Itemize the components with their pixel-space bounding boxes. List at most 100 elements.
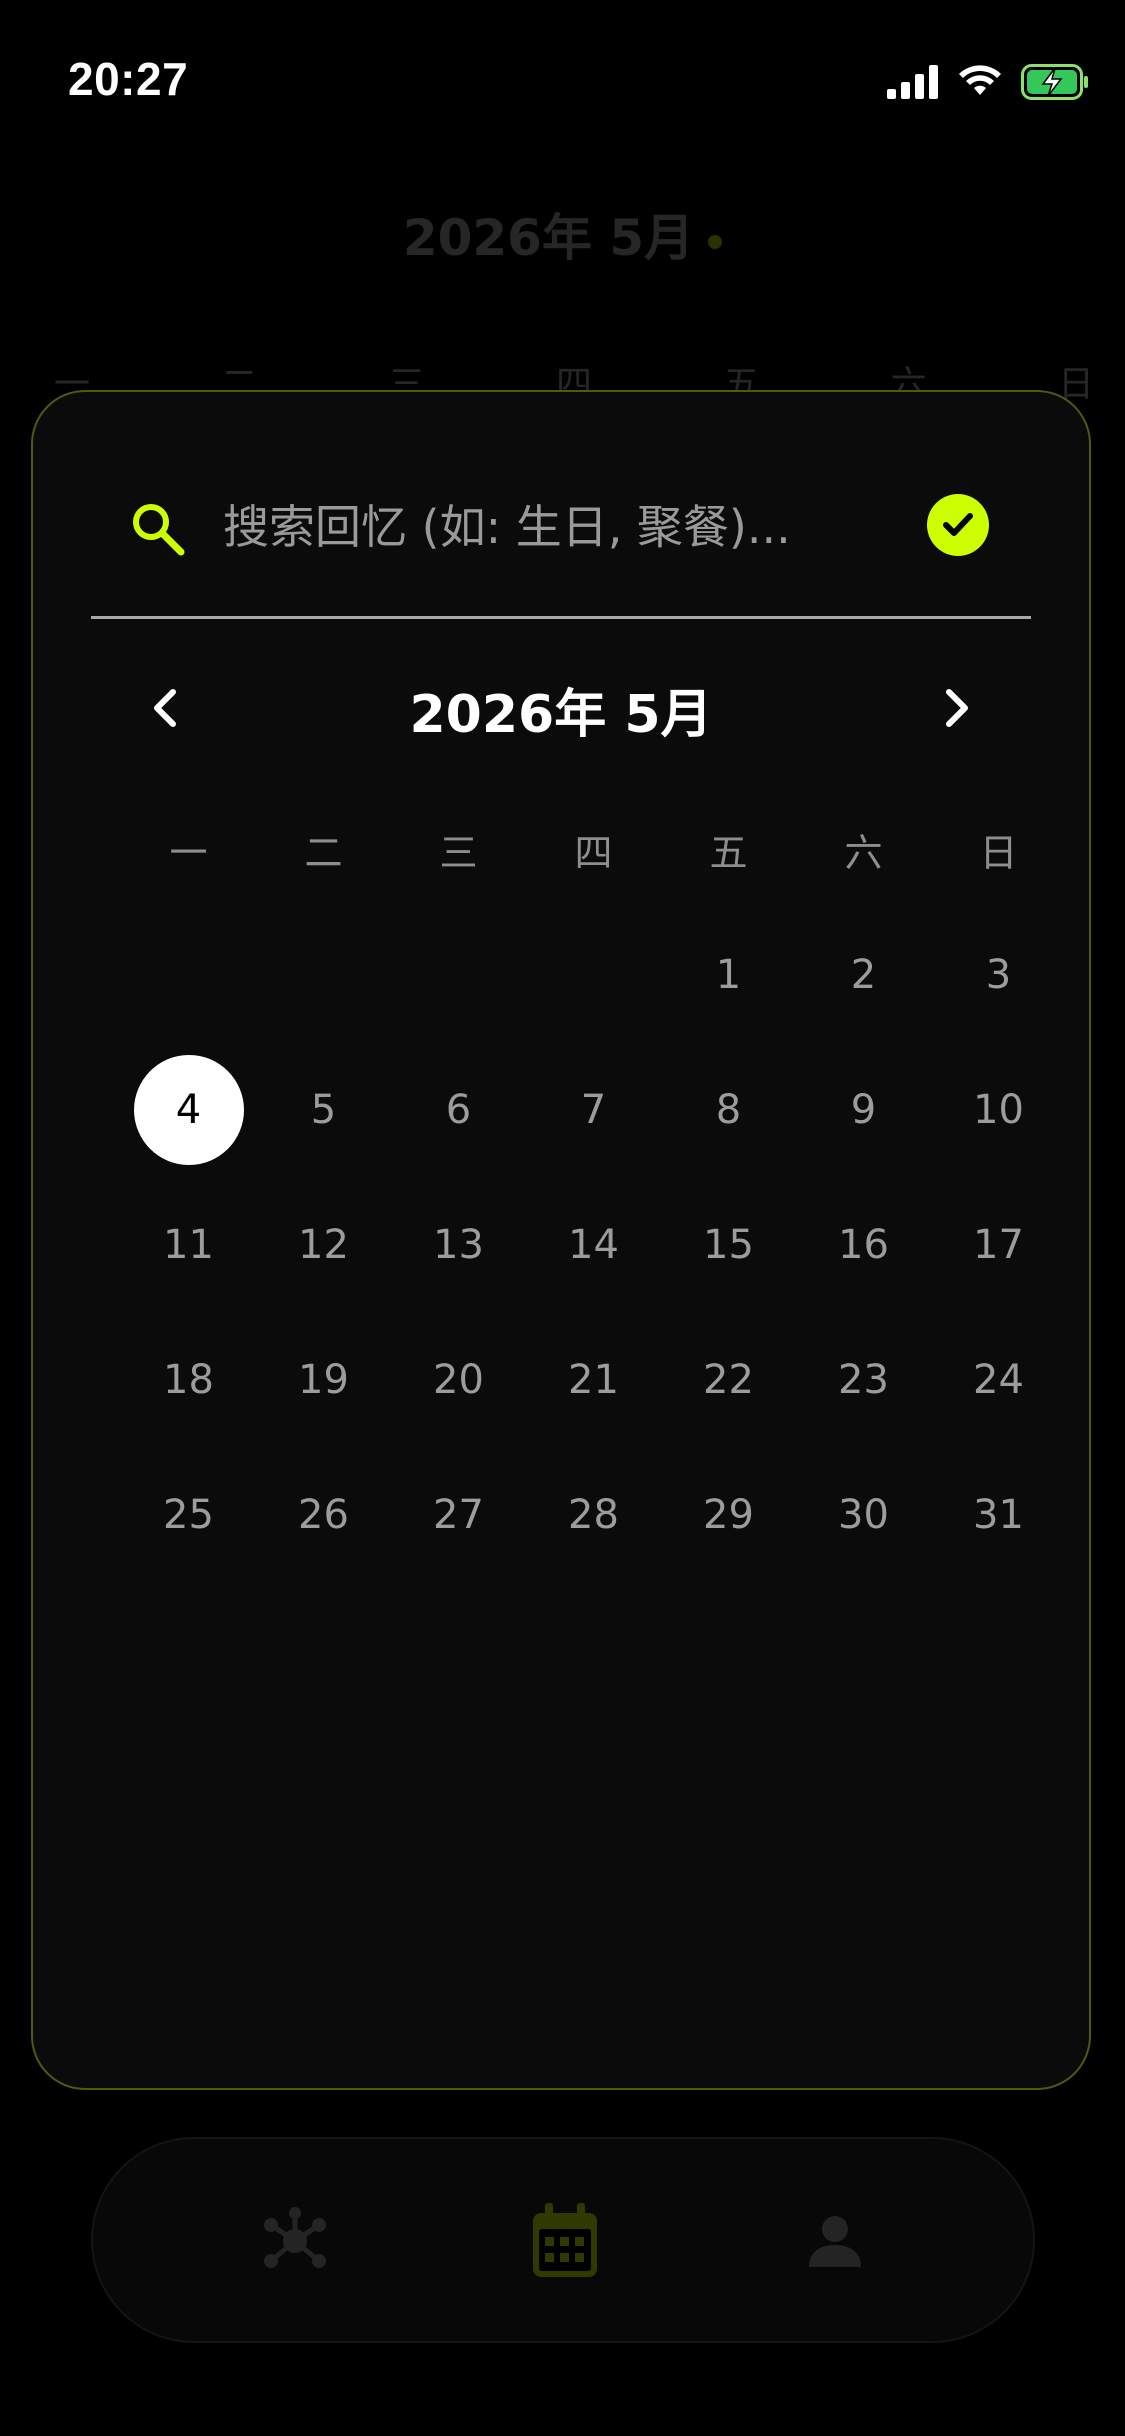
day-label: 13 bbox=[433, 1221, 484, 1268]
day-label: 18 bbox=[163, 1356, 214, 1403]
day-label: 15 bbox=[703, 1221, 754, 1268]
calendar-day[interactable]: 7 bbox=[526, 1042, 661, 1177]
status-time: 20:27 bbox=[68, 53, 189, 105]
day-label: 19 bbox=[298, 1356, 349, 1403]
day-label: 11 bbox=[163, 1221, 214, 1268]
day-label: 27 bbox=[433, 1491, 484, 1538]
day-label: 2 bbox=[850, 951, 877, 998]
signal-icon bbox=[887, 65, 938, 99]
background-today-dot bbox=[708, 234, 723, 249]
calendar-day-grid: 1 2 3 4 5 6 7 8 9 10 11 12 13 14 15 16 17 18 19 20 21 22 23 24 2… bbox=[121, 907, 1066, 1582]
calendar-day[interactable]: 13 bbox=[391, 1177, 526, 1312]
weekday-label: 六 bbox=[844, 831, 883, 875]
weekday-label: 二 bbox=[304, 831, 343, 875]
calendar-day[interactable]: 22 bbox=[661, 1312, 796, 1447]
calendar-day[interactable]: 19 bbox=[256, 1312, 391, 1447]
screen: 20:27 2026年 5月 一 二 三 四 五 六 日 搜索回忆 (如: 生日… bbox=[0, 0, 1125, 2436]
day-label: 14 bbox=[568, 1221, 619, 1268]
person-icon bbox=[809, 2216, 861, 2267]
calendar-day[interactable]: 5 bbox=[256, 1042, 391, 1177]
search-divider bbox=[91, 616, 1031, 619]
search-bar bbox=[93, 482, 1029, 572]
calendar-day[interactable]: 24 bbox=[931, 1312, 1066, 1447]
calendar-day[interactable]: 1 bbox=[661, 907, 796, 1042]
calendar-blank-cell bbox=[526, 907, 661, 1042]
month-navigation: 2026年 5月 bbox=[91, 662, 1031, 752]
weekday-label: 五 bbox=[709, 831, 748, 875]
calendar-day[interactable]: 29 bbox=[661, 1447, 796, 1582]
wifi-icon bbox=[959, 65, 1001, 95]
day-label: 7 bbox=[580, 1086, 607, 1133]
calendar-day[interactable]: 27 bbox=[391, 1447, 526, 1582]
confirm-button[interactable] bbox=[927, 494, 989, 556]
tab-graph[interactable] bbox=[255, 2201, 335, 2281]
day-label: 8 bbox=[715, 1086, 742, 1133]
battery-charging-icon bbox=[1021, 64, 1088, 100]
selected-day-label: 4 bbox=[133, 1054, 244, 1165]
day-label: 29 bbox=[703, 1491, 754, 1538]
chevron-right-icon bbox=[946, 689, 968, 727]
weekday-label: 四 bbox=[574, 831, 613, 875]
day-label: 10 bbox=[973, 1086, 1024, 1133]
calendar-icon bbox=[533, 2203, 597, 2277]
day-label: 30 bbox=[838, 1491, 889, 1538]
calendar-day[interactable]: 2 bbox=[796, 907, 931, 1042]
calendar-day[interactable]: 16 bbox=[796, 1177, 931, 1312]
bottom-tab-bar bbox=[91, 2137, 1035, 2343]
day-label: 20 bbox=[433, 1356, 484, 1403]
day-label: 17 bbox=[973, 1221, 1024, 1268]
day-label: 26 bbox=[298, 1491, 349, 1538]
calendar-day[interactable]: 14 bbox=[526, 1177, 661, 1312]
check-icon bbox=[943, 513, 973, 536]
calendar-blank-cell bbox=[121, 907, 256, 1042]
day-label: 6 bbox=[445, 1086, 472, 1133]
calendar-day[interactable]: 31 bbox=[931, 1447, 1066, 1582]
month-title: 2026年 5月 bbox=[409, 685, 713, 745]
day-label: 25 bbox=[163, 1491, 214, 1538]
calendar-day[interactable]: 20 bbox=[391, 1312, 526, 1447]
weekday-label: 三 bbox=[439, 831, 478, 875]
calendar-day[interactable]: 6 bbox=[391, 1042, 526, 1177]
day-label: 3 bbox=[985, 951, 1012, 998]
calendar-day[interactable]: 26 bbox=[256, 1447, 391, 1582]
graph-nodes-icon bbox=[264, 2207, 326, 2268]
calendar-day-selected[interactable]: 4 bbox=[121, 1042, 256, 1177]
calendar-day[interactable]: 9 bbox=[796, 1042, 931, 1177]
day-label: 23 bbox=[838, 1356, 889, 1403]
search-icon bbox=[129, 500, 187, 558]
day-label: 24 bbox=[973, 1356, 1024, 1403]
calendar-day[interactable]: 11 bbox=[121, 1177, 256, 1312]
day-label: 22 bbox=[703, 1356, 754, 1403]
background-month-text: 2026年 5月 bbox=[402, 209, 695, 267]
weekday-label: 日 bbox=[979, 831, 1018, 875]
calendar-day[interactable]: 17 bbox=[931, 1177, 1066, 1312]
calendar-day[interactable]: 30 bbox=[796, 1447, 931, 1582]
search-input[interactable] bbox=[223, 494, 863, 560]
tab-profile[interactable] bbox=[795, 2201, 875, 2281]
day-label: 9 bbox=[850, 1086, 877, 1133]
calendar-day[interactable]: 8 bbox=[661, 1042, 796, 1177]
weekday-header: 一 二 三 四 五 六 日 bbox=[121, 822, 1066, 877]
calendar-day[interactable]: 25 bbox=[121, 1447, 256, 1582]
day-label: 1 bbox=[715, 951, 742, 998]
day-label: 21 bbox=[568, 1356, 619, 1403]
calendar-day[interactable]: 21 bbox=[526, 1312, 661, 1447]
calendar-day[interactable]: 3 bbox=[931, 907, 1066, 1042]
calendar-blank-cell bbox=[391, 907, 526, 1042]
next-month-button[interactable] bbox=[929, 680, 985, 736]
weekday-label: 一 bbox=[169, 831, 208, 875]
calendar-day[interactable]: 10 bbox=[931, 1042, 1066, 1177]
calendar-day[interactable]: 28 bbox=[526, 1447, 661, 1582]
calendar-day[interactable]: 23 bbox=[796, 1312, 931, 1447]
day-label: 31 bbox=[973, 1491, 1024, 1538]
day-label: 12 bbox=[298, 1221, 349, 1268]
calendar-day[interactable]: 18 bbox=[121, 1312, 256, 1447]
calendar-blank-cell bbox=[256, 907, 391, 1042]
search-calendar-card: 2026年 5月 一 二 三 四 五 六 日 12345678910111213… bbox=[31, 390, 1091, 2090]
day-label: 28 bbox=[568, 1491, 619, 1538]
calendar-day[interactable]: 15 bbox=[661, 1177, 796, 1312]
day-label: 5 bbox=[310, 1086, 337, 1133]
calendar-day[interactable]: 12 bbox=[256, 1177, 391, 1312]
day-label: 16 bbox=[838, 1221, 889, 1268]
tab-calendar[interactable] bbox=[525, 2201, 605, 2281]
